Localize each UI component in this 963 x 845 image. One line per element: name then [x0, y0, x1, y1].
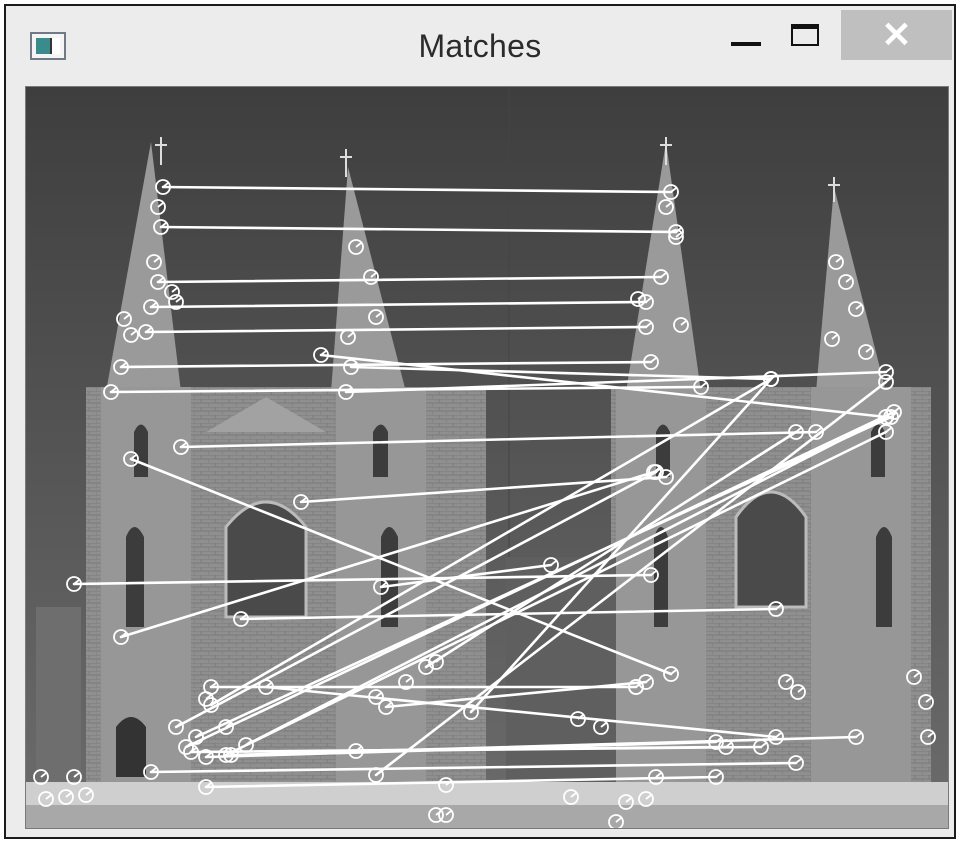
matches-image[interactable] [25, 86, 949, 829]
keypoint-matches-image [26, 87, 948, 828]
maximize-button[interactable] [781, 20, 829, 60]
title-bar[interactable]: Matches ✕ [6, 6, 954, 84]
close-icon: ✕ [881, 14, 912, 55]
minimize-button[interactable] [721, 26, 769, 66]
maximize-icon [791, 24, 819, 46]
close-button[interactable]: ✕ [841, 10, 952, 60]
image-viewer-window: Matches ✕ [4, 4, 956, 839]
minimize-icon [731, 42, 761, 46]
